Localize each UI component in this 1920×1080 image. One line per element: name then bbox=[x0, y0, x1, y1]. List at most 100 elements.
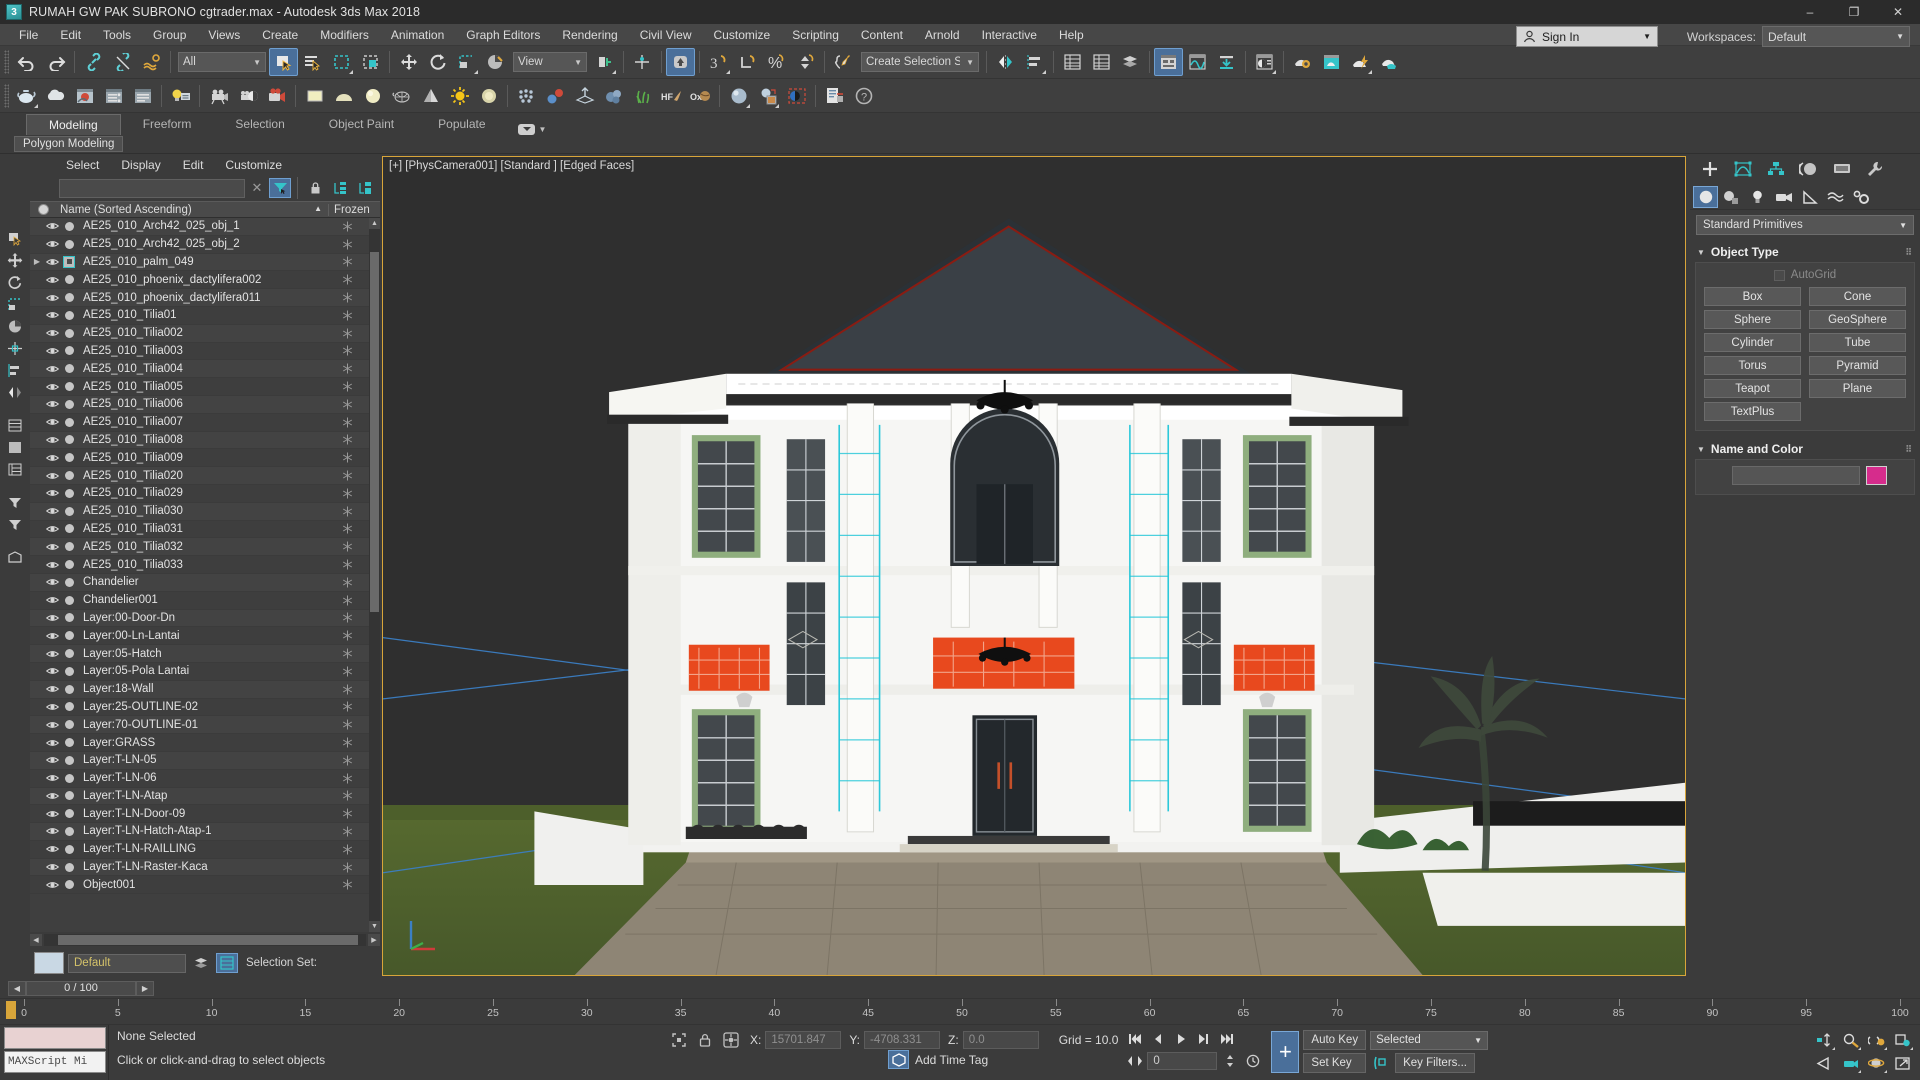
snap-rail-icon[interactable] bbox=[2, 338, 28, 359]
scene-explorer-row[interactable]: Layer:T-LN-Door-09 bbox=[30, 805, 380, 824]
visibility-eye-icon[interactable] bbox=[44, 560, 61, 570]
object-color-dot[interactable] bbox=[64, 560, 74, 570]
select-and-manipulate-icon[interactable] bbox=[666, 48, 695, 76]
visibility-eye-icon[interactable] bbox=[44, 720, 61, 730]
object-category-combo[interactable]: Standard Primitives ▼ bbox=[1696, 215, 1914, 235]
scene-explorer-row[interactable]: AE25_010_Tilia003 bbox=[30, 342, 380, 361]
scene-explorer-row[interactable]: Layer:05-Hatch bbox=[30, 645, 380, 663]
visibility-eye-icon[interactable] bbox=[44, 595, 61, 605]
geometry-icon[interactable] bbox=[1693, 185, 1718, 208]
menu-animation[interactable]: Animation bbox=[380, 25, 455, 45]
scene-explorer-row[interactable]: Layer:T-LN-06 bbox=[30, 769, 380, 788]
scene-explorer-row[interactable]: Layer:T-LN-RAILLING bbox=[30, 840, 380, 859]
selection-lock-icon[interactable] bbox=[694, 1030, 716, 1050]
object-selected-swatch[interactable] bbox=[63, 255, 75, 268]
object-color-dot[interactable] bbox=[64, 275, 74, 285]
help-icon[interactable]: ? bbox=[849, 82, 878, 110]
scene-explorer-row[interactable]: AE25_010_Tilia033 bbox=[30, 556, 380, 574]
filter-rail-icon[interactable] bbox=[2, 492, 28, 513]
explorer-vertical-scrollbar[interactable]: ▲ ▼ bbox=[369, 218, 380, 932]
container-rail-icon[interactable] bbox=[2, 547, 28, 568]
zoom-icon[interactable] bbox=[1812, 1029, 1838, 1052]
layer-list-icon[interactable] bbox=[190, 953, 212, 973]
visibility-eye-icon[interactable] bbox=[44, 773, 61, 783]
render-settings-panel-icon[interactable] bbox=[99, 82, 128, 110]
object-color-dot[interactable] bbox=[64, 755, 74, 765]
y-coordinate-field[interactable]: -4708.331 bbox=[864, 1031, 941, 1049]
menu-rendering[interactable]: Rendering bbox=[551, 25, 628, 45]
hierarchy-tab[interactable] bbox=[1760, 156, 1792, 182]
key-filters-button[interactable]: Key Filters... bbox=[1395, 1052, 1475, 1073]
drag-handle-icon[interactable]: ⠿ bbox=[1905, 247, 1913, 258]
render-setup-icon[interactable] bbox=[1250, 48, 1279, 76]
scroll-left-icon[interactable]: ◀ bbox=[30, 934, 42, 946]
pyramid-button[interactable]: Pyramid bbox=[1809, 356, 1906, 375]
explorer-menu-edit[interactable]: Edit bbox=[173, 156, 214, 174]
scene-explorer-row[interactable]: AE25_010_Tilia002 bbox=[30, 324, 380, 343]
select-object-rail-icon[interactable] bbox=[2, 228, 28, 249]
edit-named-selection-sets-icon[interactable] bbox=[829, 48, 858, 76]
select-and-move-icon[interactable] bbox=[394, 48, 423, 76]
scene-explorer-row[interactable]: Chandelier001 bbox=[30, 591, 380, 610]
mirror-rail-icon[interactable] bbox=[2, 382, 28, 403]
toolbar-grip[interactable] bbox=[4, 83, 9, 108]
object-color-dot[interactable] bbox=[64, 542, 74, 552]
scene-explorer-row[interactable]: Layer:25-OUTLINE-02 bbox=[30, 698, 380, 717]
zoom-all-icon[interactable] bbox=[1838, 1029, 1864, 1052]
scene-explorer-row[interactable]: AE25_010_Tilia029 bbox=[30, 484, 380, 503]
display-tab[interactable] bbox=[1826, 156, 1858, 182]
scene-explorer-row[interactable]: AE25_010_Tilia009 bbox=[30, 449, 380, 468]
go-to-start-icon[interactable] bbox=[1124, 1029, 1145, 1049]
object-color-dot[interactable] bbox=[64, 720, 74, 730]
quick-render-teapot-icon[interactable] bbox=[12, 82, 41, 110]
object-color-dot[interactable] bbox=[64, 524, 74, 534]
object-color-dot[interactable] bbox=[64, 488, 74, 498]
layer-explorer-toggle-icon[interactable] bbox=[216, 953, 238, 973]
mirror-icon[interactable] bbox=[991, 48, 1020, 76]
modify-tab[interactable] bbox=[1727, 156, 1759, 182]
current-layer-combo[interactable]: Default bbox=[68, 953, 186, 973]
autogrid-row[interactable]: AutoGrid bbox=[1704, 269, 1906, 287]
minimize-icon[interactable]: – bbox=[1788, 0, 1832, 24]
visibility-eye-icon[interactable] bbox=[44, 542, 61, 552]
scene-explorer-row[interactable]: AE25_010_Tilia020 bbox=[30, 467, 380, 485]
expand-all-icon[interactable] bbox=[329, 178, 351, 198]
maxscript-output-field[interactable] bbox=[4, 1027, 106, 1049]
scene-explorer-row[interactable]: Object001 bbox=[30, 876, 380, 895]
material-map-browser-icon[interactable] bbox=[753, 82, 782, 110]
visibility-eye-icon[interactable] bbox=[44, 613, 61, 623]
lock-icon[interactable] bbox=[304, 178, 326, 198]
particle-array-icon[interactable] bbox=[512, 82, 541, 110]
object-color-dot[interactable] bbox=[64, 310, 74, 320]
scene-explorer-row[interactable]: Layer:T-LN-Atap bbox=[30, 787, 380, 806]
create-tab[interactable] bbox=[1694, 156, 1726, 182]
explorer-menu-display[interactable]: Display bbox=[111, 156, 170, 174]
material-sphere-swatch-icon[interactable] bbox=[358, 82, 387, 110]
camera-sequencer-icon[interactable] bbox=[204, 82, 233, 110]
scene-explorer-row[interactable]: AE25_010_Tilia005 bbox=[30, 378, 380, 396]
maximize-viewport-toggle-icon[interactable] bbox=[1890, 1052, 1916, 1075]
ribbon-minimize-dropdown[interactable]: ▼ bbox=[508, 124, 557, 135]
visibility-eye-icon[interactable] bbox=[44, 791, 61, 801]
lights-icon[interactable] bbox=[1745, 186, 1770, 208]
next-frame-icon[interactable] bbox=[1193, 1029, 1214, 1049]
scene-explorer-row[interactable]: Layer:GRASS bbox=[30, 734, 380, 752]
object-color-dot[interactable] bbox=[64, 328, 74, 338]
visibility-eye-icon[interactable] bbox=[44, 471, 61, 481]
object-color-dot[interactable] bbox=[64, 364, 74, 374]
visibility-eye-icon[interactable] bbox=[44, 257, 61, 267]
visibility-eye-icon[interactable] bbox=[44, 702, 61, 712]
walk-through-icon[interactable] bbox=[1838, 1052, 1864, 1075]
menu-civil-view[interactable]: Civil View bbox=[629, 25, 703, 45]
current-frame-display[interactable]: 0 / 100 bbox=[26, 980, 136, 996]
visibility-eye-icon[interactable] bbox=[44, 488, 61, 498]
material-teapot-wireframe-icon[interactable] bbox=[387, 82, 416, 110]
shapes-icon[interactable] bbox=[1719, 186, 1744, 208]
window-crossing-icon[interactable] bbox=[356, 48, 385, 76]
visibility-eye-icon[interactable] bbox=[44, 346, 61, 356]
visibility-eye-icon[interactable] bbox=[44, 755, 61, 765]
scene-converter-icon[interactable] bbox=[233, 82, 262, 110]
object-name-field[interactable] bbox=[1732, 466, 1860, 485]
material-plane-swatch-icon[interactable] bbox=[300, 82, 329, 110]
place-rail-icon[interactable] bbox=[2, 316, 28, 337]
